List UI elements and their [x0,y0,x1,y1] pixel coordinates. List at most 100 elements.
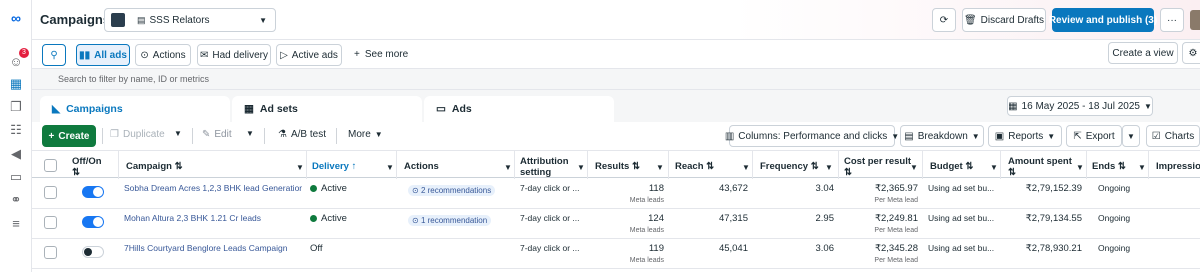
export-dropdown[interactable]: ▼ [1122,125,1140,147]
col-onoff[interactable]: Off/On ⇅ [72,156,102,178]
edit-dropdown[interactable]: ▼ [246,129,254,138]
divider [838,151,839,179]
notifications-icon[interactable]: ☺ 3 [8,48,29,69]
audiences-icon[interactable]: ☷ [8,122,24,138]
col-impressions[interactable]: Impression [1156,161,1200,172]
budget-value: Using ad set bu... [928,213,995,223]
breakdown-button[interactable]: ▤ Breakdown ▼ [900,125,984,147]
billing-icon[interactable]: ▭ [8,169,24,185]
create-view-button[interactable]: Create a view [1108,42,1178,64]
recommendations-link[interactable]: ⊙ 2 recommendations [408,185,496,196]
filter-actions[interactable]: ⊙ Actions [135,44,191,66]
review-publish-button[interactable]: Review and publish (3) [1049,8,1157,32]
filter-all-ads[interactable]: ▮▮ All ads [76,44,130,66]
col-campaign[interactable]: Campaign ⇅ [126,161,183,172]
sort-icon: ⇅ [72,167,80,178]
flask-icon: ⚗ [278,129,287,140]
duplicate-label: Duplicate [122,129,165,140]
col-cpr-menu[interactable]: ▼ [910,162,918,173]
divider [118,151,119,179]
create-button[interactable]: + Create [42,125,96,147]
table-row[interactable]: 7Hills Courtyard Benglore Leads Campaign… [32,239,1200,269]
col-budget-menu[interactable]: ▼ [990,162,998,173]
tab-label: Campaigns [66,103,123,115]
filter-active-ads[interactable]: ▷ Active ads [276,44,342,66]
menu-icon[interactable]: ≡ [8,215,24,231]
recommendations-link[interactable]: ⊙ 1 recommendation [408,215,492,226]
user-avatar[interactable] [1190,10,1200,30]
sort-up-icon: ↑ [351,161,357,172]
col-frequency-menu[interactable]: ▼ [825,162,833,173]
select-all-checkbox[interactable] [44,159,57,172]
col-budget[interactable]: Budget ⇅ [930,161,973,172]
divider [396,151,397,179]
charts-button[interactable]: ☑ Charts [1146,125,1200,147]
duplicate-dropdown[interactable]: ▼ [174,129,182,138]
campaign-toggle[interactable] [82,246,104,258]
more-options-button[interactable]: ··· [1160,8,1184,32]
campaigns-table-icon[interactable]: ▦ [8,76,24,92]
divider [514,151,515,179]
row-checkbox[interactable] [44,246,57,259]
tab-label: Ad sets [259,103,298,115]
search-button[interactable]: ⚲ [42,44,66,66]
row-checkbox[interactable] [44,216,57,229]
col-attribution-menu[interactable]: ▼ [577,162,585,173]
filter-had-delivery[interactable]: ✉ Had delivery [197,44,271,66]
reports-label: Reports [1008,130,1044,142]
tab-campaigns[interactable]: ◣ Campaigns [40,96,230,122]
events-manager-icon[interactable]: ⚭ [8,192,24,208]
col-amount-spent[interactable]: Amount spent ⇅ [1008,156,1072,178]
col-campaign-menu[interactable]: ▼ [296,162,304,173]
campaign-name-link[interactable]: Mohan Altura 2,3 BHK 1.21 Cr leads [124,213,261,223]
columns-button[interactable]: ▥ Columns: Performance and clicks ▼ [725,125,899,147]
ab-test-button[interactable]: ⚗ A/B test [278,129,326,140]
meta-logo-icon[interactable]: ∞ [8,10,24,26]
table-row[interactable]: Sobha Dream Acres 1,2,3 BHK lead Generat… [32,179,1200,209]
date-range-picker[interactable]: ▦ 16 May 2025 - 18 Jul 2025 ▼ [1007,96,1153,116]
col-actions-menu[interactable]: ▼ [504,162,512,173]
more-button[interactable]: More ▼ [348,129,383,140]
settings-button[interactable]: ⚙ [1182,42,1200,64]
col-results-menu[interactable]: ▼ [656,162,664,173]
megaphone-icon[interactable]: ◀ [8,146,24,162]
col-frequency[interactable]: Frequency ⇅ [760,161,819,172]
col-reach-menu[interactable]: ▼ [742,162,750,173]
tab-ad-sets[interactable]: ▦ Ad sets [232,96,422,122]
campaign-toggle[interactable] [82,216,104,228]
trash-icon: 🗑 [963,14,977,26]
cost-per-result-value: ₹2,249.81 [874,213,918,224]
row-checkbox[interactable] [44,186,57,199]
table-header: Off/On ⇅ Campaign ⇅ ▼ Delivery ↑ ▼ Action… [32,150,1200,179]
col-actions[interactable]: Actions [404,161,439,172]
edit-button[interactable]: ✎ Edit [202,129,232,140]
pages-icon[interactable]: ❐ [8,99,24,115]
reach-value: 45,041 [718,243,748,254]
delivery-status: Active [310,213,347,224]
export-button[interactable]: ⇱ Export [1066,125,1122,147]
col-cost-per-result[interactable]: Cost per result ⇅ [844,156,911,178]
sort-icon: ⇅ [965,161,974,172]
campaign-name-link[interactable]: Sobha Dream Acres 1,2,3 BHK lead Generat… [124,183,302,193]
col-delivery-menu[interactable]: ▼ [386,162,394,173]
toggle-knob [84,248,92,256]
reports-button[interactable]: ▣ Reports ▼ [988,125,1062,147]
discard-drafts-button[interactable]: 🗑 Discard Drafts [962,8,1046,32]
refresh-button[interactable]: ⟳ [932,8,956,32]
col-ends-menu[interactable]: ▼ [1138,162,1146,173]
account-selector[interactable]: ▤ SSS Relators ▼ [104,8,276,32]
col-amount-menu[interactable]: ▼ [1076,162,1084,173]
col-results[interactable]: Results ⇅ [595,161,640,172]
table-row[interactable]: Mohan Altura 2,3 BHK 1.21 Cr leads Active… [32,209,1200,239]
col-reach[interactable]: Reach ⇅ [675,161,714,172]
more-label: More [348,129,371,140]
search-input[interactable]: Search to filter by name, ID or metrics [58,74,209,84]
col-ends[interactable]: Ends ⇅ [1092,161,1126,172]
col-attribution[interactable]: Attribution setting [520,156,569,178]
tab-ads[interactable]: ▭ Ads [424,96,614,122]
campaign-toggle[interactable] [82,186,104,198]
see-more-button[interactable]: + See more [354,49,408,60]
campaign-name-link[interactable]: 7Hills Courtyard Benglore Leads Campaign [124,243,287,253]
duplicate-button[interactable]: ❐ Duplicate [110,129,165,140]
col-delivery[interactable]: Delivery ↑ [312,161,356,172]
